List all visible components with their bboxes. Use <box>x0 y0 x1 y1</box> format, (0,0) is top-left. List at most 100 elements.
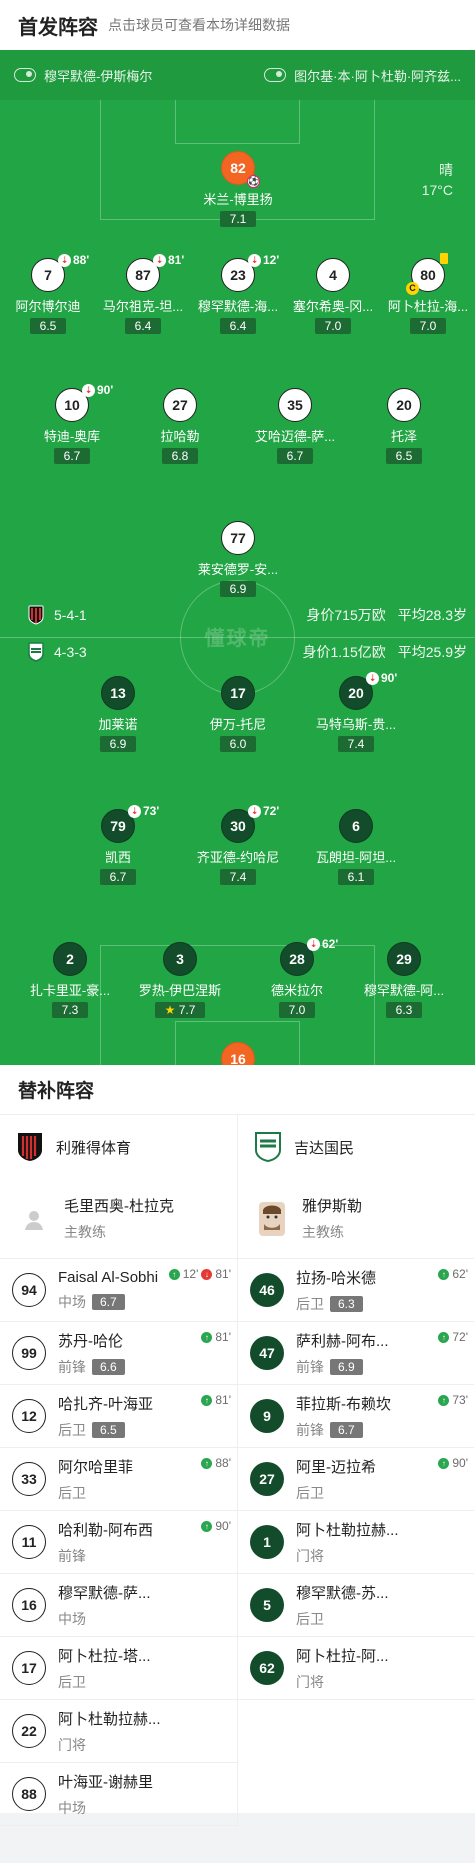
player-rating: 6.9 <box>99 736 137 752</box>
substitute-row[interactable]: 47 萨利赫-阿布... 前锋 6.9 ↑ 72' <box>238 1322 474 1385</box>
sub-position-row: 后卫 <box>296 1483 376 1503</box>
player-rating: 7.0 <box>314 318 352 334</box>
sub-position: 中场 <box>58 1293 86 1310</box>
sub-rating: 6.7 <box>92 1293 125 1310</box>
substitute-row[interactable]: 22 阿卜杜勒拉赫... 门将 <box>0 1700 237 1763</box>
pitch-player[interactable]: 20 ⇣ 90' 马特乌斯-贵... 7.4 <box>301 671 411 753</box>
player-number[interactable]: 3 <box>163 942 197 976</box>
player-number[interactable]: 4 <box>316 258 350 292</box>
player-number-text: 17 <box>230 685 246 701</box>
player-number[interactable]: 35 <box>278 388 312 422</box>
substitute-row[interactable]: 99 苏丹-哈伦 前锋 6.6 ↑ 81' <box>0 1322 237 1385</box>
player-number[interactable]: 87 ⇣ 81' <box>126 253 184 292</box>
substitute-row[interactable]: 11 哈利勒-阿布西 前锋 ↑ 90' <box>0 1511 237 1574</box>
player-number[interactable]: 30 ⇣ 72' <box>221 804 279 843</box>
home-coach-row[interactable]: 毛里西奥-杜拉克 主教练 <box>0 1179 237 1259</box>
player-number[interactable]: 13 <box>101 676 135 710</box>
pitch-player[interactable]: 6 瓦朗坦-阿坦... 6.1 <box>301 809 411 886</box>
player-rating-value: 6.4 <box>229 319 247 333</box>
pitch-player[interactable]: 4 塞尔希奥-冈... 7.0 <box>278 258 388 335</box>
player-number[interactable]: 80 C <box>406 253 448 295</box>
player-name: 特迪-奥库 <box>43 429 101 444</box>
player-number[interactable]: 20 ⇣ 90' <box>339 671 397 710</box>
player-rating: 6.4 <box>124 318 162 334</box>
player-rating: 6.0 <box>219 736 257 752</box>
pitch-player[interactable]: 17 伊万-托尼 6.0 <box>183 676 293 753</box>
player-number[interactable]: 29 <box>387 942 421 976</box>
substitute-row[interactable]: 88 叶海亚-谢赫里 中场 <box>0 1763 237 1826</box>
player-number[interactable]: 17 <box>221 676 255 710</box>
player-rating-value: 7.0 <box>288 1003 306 1017</box>
pitch-player[interactable]: 30 ⇣ 72' 齐亚德-约哈尼 7.4 <box>183 804 293 886</box>
pitch-player[interactable]: 82 ⚽ 米兰-博里扬 7.1 <box>183 151 293 228</box>
pitch-player[interactable]: 77 莱安德罗-安... 6.9 <box>183 521 293 598</box>
substitute-row[interactable]: 94 Faisal Al-Sobhi 中场 6.7 ↑ 12' ↓ 81' <box>0 1259 237 1322</box>
substitution-mark: ⇣ 12' <box>248 253 279 267</box>
player-number[interactable]: 28 ⇣ 62' <box>280 937 338 976</box>
sub-position: 前锋 <box>296 1358 324 1375</box>
player-number[interactable]: 27 <box>163 388 197 422</box>
away-coach-row[interactable]: 雅伊斯勒 主教练 <box>238 1179 474 1259</box>
substitution-mark: ⇣ 90' <box>82 383 113 397</box>
substitute-row[interactable]: 62 阿卜杜拉-阿... 门将 <box>238 1637 474 1700</box>
player-number[interactable]: 77 <box>221 521 255 555</box>
home-formation-text: 5-4-1 <box>54 607 87 623</box>
pitch-player[interactable]: 28 ⇣ 62' 德米拉尔 7.0 <box>242 937 352 1019</box>
pitch-player[interactable]: 87 ⇣ 81' 马尔祖克-坦... 6.4 <box>88 253 198 335</box>
pitch-player[interactable]: 10 ⇣ 90' 特迪-奥库 6.7 <box>17 383 127 465</box>
pitch-player[interactable]: 3 罗热-伊巴涅斯 ★ 7.7 <box>125 942 235 1019</box>
player-number[interactable]: 2 <box>53 942 87 976</box>
player-name: 德米拉尔 <box>270 983 323 998</box>
player-number[interactable]: 6 <box>339 809 373 843</box>
player-number[interactable]: 79 ⇣ 73' <box>101 804 159 843</box>
home-manager[interactable]: 穆罕默德-伊斯梅尔 <box>14 66 238 85</box>
player-name: 瓦朗坦-阿坦... <box>315 850 397 865</box>
pitch-player[interactable]: 23 ⇣ 12' 穆罕默德-海... 6.4 <box>183 253 293 335</box>
pitch-player[interactable]: 79 ⇣ 73' 凯西 6.7 <box>63 804 173 886</box>
pitch-player[interactable]: 2 扎卡里亚-豪... 7.3 <box>15 942 125 1019</box>
sub-info: 阿尔哈里菲 后卫 <box>58 1456 133 1503</box>
substitute-row[interactable]: 9 菲拉斯-布赖坎 前锋 6.7 ↑ 73' <box>238 1385 474 1448</box>
pitch-player[interactable]: 80 C 阿卜杜拉-海... 7.0 <box>373 253 475 335</box>
pitch-player[interactable]: 16C爱德华-门迪6.6 <box>183 1042 293 1065</box>
substitute-row[interactable]: 1 阿卜杜勒拉赫... 门将 <box>238 1511 474 1574</box>
player-number[interactable]: 10 ⇣ 90' <box>55 383 113 422</box>
pitch-player[interactable]: 20 托泽 6.5 <box>349 388 459 465</box>
sub-on-minute: 72' <box>452 1330 468 1344</box>
sub-name: 阿卜杜勒拉赫... <box>58 1710 161 1728</box>
player-rating-value: 6.4 <box>134 319 152 333</box>
away-value-stats: 身价1.15亿欧 平均25.9岁 <box>303 642 468 662</box>
player-number[interactable]: 7 ⇣ 88' <box>31 253 89 292</box>
sub-on-minute: 12' <box>182 1267 199 1281</box>
pitch-player[interactable]: 35 艾哈迈德-萨... 6.7 <box>240 388 350 465</box>
player-number[interactable]: 82 ⚽ <box>221 151 260 188</box>
away-manager-name: 图尔基·本·阿卜杜勒·阿齐兹... <box>294 68 461 84</box>
player-number[interactable]: 23 ⇣ 12' <box>221 253 279 292</box>
sub-off-icon: ↓ <box>201 1268 213 1280</box>
substitute-row[interactable]: 16 穆罕默德-萨... 中场 <box>0 1574 237 1637</box>
player-rating-value: 6.7 <box>63 449 81 463</box>
sub-name: 阿尔哈里菲 <box>58 1458 134 1476</box>
sub-on-icon: ↑ <box>201 1520 213 1532</box>
sub-position: 后卫 <box>58 1421 86 1438</box>
player-rating: 7.1 <box>219 211 257 227</box>
player-rating-value: 7.7 <box>178 1003 196 1017</box>
sub-number: 22 <box>12 1714 46 1748</box>
substitute-row[interactable]: 33 阿尔哈里菲 后卫 ↑ 88' <box>0 1448 237 1511</box>
pitch-player[interactable]: 27 拉哈勒 6.8 <box>125 388 235 465</box>
substitute-row[interactable]: 12 哈扎齐-叶海亚 后卫 6.5 ↑ 81' <box>0 1385 237 1448</box>
sub-off-icon: ⇣ <box>82 383 95 397</box>
player-number-text: 82 <box>230 160 246 176</box>
player-number[interactable]: 16C <box>221 1042 255 1065</box>
sub-info: 菲拉斯-布赖坎 前锋 6.7 <box>296 1393 391 1440</box>
pitch-player[interactable]: 29 穆罕默德-阿... 6.3 <box>349 942 459 1019</box>
pitch-player[interactable]: 13 加莱诺 6.9 <box>63 676 173 753</box>
away-squad-value: 身价1.15亿欧 <box>302 644 386 660</box>
player-number[interactable]: 20 <box>387 388 421 422</box>
substitute-row[interactable]: 27 阿里-迈拉希 后卫 ↑ 90' <box>238 1448 474 1511</box>
substitute-row[interactable]: 46 拉扬-哈米德 后卫 6.3 ↑ 62' <box>238 1259 474 1322</box>
sub-on-minute: 62' <box>452 1267 468 1281</box>
substitute-row[interactable]: 5 穆罕默德-苏... 后卫 <box>238 1574 474 1637</box>
away-manager[interactable]: 图尔基·本·阿卜杜勒·阿齐兹... <box>238 66 461 85</box>
substitute-row[interactable]: 17 阿卜杜拉-塔... 后卫 <box>0 1637 237 1700</box>
